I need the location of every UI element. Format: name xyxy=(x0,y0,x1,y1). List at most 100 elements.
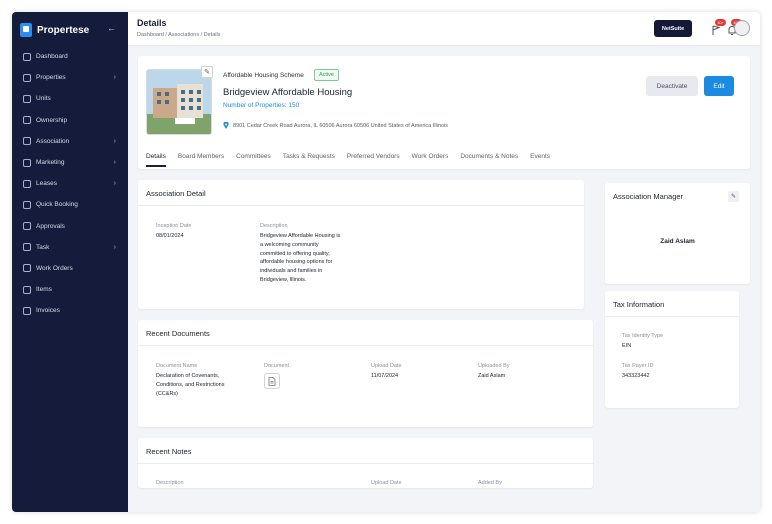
description-line: Bridgeview, Illinois. xyxy=(260,276,307,283)
sidebar-item-label: Items xyxy=(36,286,52,294)
building-icon xyxy=(23,73,31,82)
flag-notification-icon xyxy=(712,25,721,35)
sidebar-item-leases[interactable]: Leases › xyxy=(12,173,128,194)
chevron-right-icon: › xyxy=(113,74,116,82)
breadcrumb[interactable]: Dashboard / Associations / Details xyxy=(137,32,220,38)
sidebar-item-marketing[interactable]: Marketing › xyxy=(12,152,128,173)
edit-photo-icon[interactable]: ✎ xyxy=(201,66,213,78)
tax-identity-type-label: Tax Identity Type xyxy=(622,333,664,339)
tab-details[interactable]: Details xyxy=(146,153,166,167)
sidebar-nav: Dashboard Properties › Units Ownership Associ… xyxy=(12,46,128,321)
sidebar-item-items[interactable]: Items xyxy=(12,279,128,300)
divider xyxy=(138,345,593,346)
collapse-sidebar-arrow-icon[interactable]: ← xyxy=(107,23,116,33)
divider xyxy=(138,205,584,206)
sidebar-item-label: Properties xyxy=(36,74,66,82)
association-detail-title: Association Detail xyxy=(146,189,206,198)
file-icon xyxy=(23,179,31,188)
properties-count[interactable]: Number of Properties: 150 xyxy=(223,102,299,109)
brand-name: Propertese xyxy=(37,24,90,36)
invoice-icon xyxy=(23,306,31,315)
document-name-line: (CC&Rs) xyxy=(156,390,178,397)
brand[interactable]: Propertese xyxy=(20,21,89,39)
col-document-name: Document Name xyxy=(156,363,198,369)
app-window: Propertese ← Dashboard Properties › Units Ow… xyxy=(12,12,760,512)
description-line: committed to offering quality, xyxy=(260,250,330,257)
deactivate-button[interactable]: Deactivate xyxy=(646,76,698,96)
recent-documents-title: Recent Documents xyxy=(146,329,210,338)
notification-icon[interactable]: 10+ xyxy=(711,19,726,35)
col-uploaded-by: Uploaded By xyxy=(478,363,510,369)
sidebar-item-dashboard[interactable]: Dashboard xyxy=(12,46,128,67)
grid-icon xyxy=(23,94,31,103)
chevron-right-icon: › xyxy=(113,159,116,167)
dashboard-icon xyxy=(23,52,31,61)
chevron-right-icon: › xyxy=(113,180,116,188)
divider xyxy=(605,316,739,317)
upload-date: 11/07/2024 xyxy=(371,373,399,379)
sidebar-item-label: Marketing xyxy=(36,159,65,167)
document-name-line: Declaration of Covenants, xyxy=(156,373,220,379)
status-badge: Active xyxy=(314,69,339,81)
building-photo-icon xyxy=(147,70,211,134)
sidebar-item-label: Association xyxy=(36,137,70,145)
sidebar-item-label: Task xyxy=(36,243,50,251)
edit-button[interactable]: Edit xyxy=(704,76,734,96)
association-summary-card: ✎ Affordable Housing Scheme Active Bridg… xyxy=(138,56,750,169)
clipboard-icon xyxy=(23,222,31,231)
tab-documents-notes[interactable]: Documents & Notes xyxy=(460,153,518,167)
col-description: Description xyxy=(156,480,184,486)
bell-booking-icon xyxy=(23,200,31,209)
tax-information-title: Tax Information xyxy=(613,300,665,309)
handshake-icon xyxy=(23,116,31,125)
sidebar-item-label: Dashboard xyxy=(36,53,68,61)
divider xyxy=(138,463,593,464)
edit-manager-icon[interactable]: ✎ xyxy=(728,191,739,202)
tab-committees[interactable]: Committees xyxy=(236,153,271,167)
tab-tasks-requests[interactable]: Tasks & Requests xyxy=(283,153,335,167)
description-line: Bridgeview Affordable Housing is xyxy=(260,233,341,239)
sidebar: Propertese ← Dashboard Properties › Units Ow… xyxy=(12,12,128,512)
sidebar-item-label: Ownership xyxy=(36,116,68,124)
sidebar-item-quick-booking[interactable]: Quick Booking xyxy=(12,194,128,215)
association-detail-card: Association Detail Inception Date 08/01/… xyxy=(138,180,584,309)
sidebar-item-invoices[interactable]: Invoices xyxy=(12,300,128,321)
tab-board-members[interactable]: Board Members xyxy=(178,153,224,167)
sidebar-item-task[interactable]: Task › xyxy=(12,237,128,258)
sidebar-item-approvals[interactable]: Approvals xyxy=(12,216,128,237)
sidebar-item-ownership[interactable]: Ownership xyxy=(12,110,128,131)
chevron-right-icon: › xyxy=(113,137,116,145)
sidebar-item-work-orders[interactable]: Work Orders xyxy=(12,258,128,279)
document-name-line: Conditions, and Restrictions xyxy=(156,381,225,388)
recent-documents-card: Recent Documents Document Name Document … xyxy=(138,320,593,427)
col-upload-date: Upload Date xyxy=(371,363,402,369)
notification-badge: 10+ xyxy=(715,19,726,26)
document-file-icon[interactable] xyxy=(264,373,280,389)
description-line: individuals and families in xyxy=(260,268,323,275)
tab-preferred-vendors[interactable]: Preferred Vendors xyxy=(347,153,400,167)
association-manager-title: Association Manager xyxy=(613,192,684,201)
tax-payer-id-value: 343323442 xyxy=(622,373,650,379)
megaphone-icon xyxy=(23,158,31,167)
sidebar-item-label: Work Orders xyxy=(36,264,73,272)
list-icon xyxy=(23,285,31,294)
file-glyph-icon xyxy=(268,376,276,386)
netsuite-button[interactable]: NetSuite xyxy=(654,20,692,37)
sidebar-item-properties[interactable]: Properties › xyxy=(12,67,128,88)
sidebar-item-units[interactable]: Units xyxy=(12,88,128,109)
tax-information-card: Tax Information Tax Identity Type EIN Ta… xyxy=(605,291,739,408)
tab-events[interactable]: Events xyxy=(530,153,550,167)
col-upload-date: Upload Date xyxy=(371,480,402,486)
recent-notes-title: Recent Notes xyxy=(146,447,192,456)
sidebar-item-association[interactable]: Association › xyxy=(12,131,128,152)
address-text: 8901 Cedar Creek Road Aurora, IL 60506 A… xyxy=(233,122,449,129)
chevron-right-icon: › xyxy=(113,243,116,251)
manager-name: Zaid Aslam xyxy=(660,238,695,245)
user-avatar[interactable] xyxy=(734,20,750,36)
document-name: Declaration of Covenants, Conditions, an… xyxy=(156,372,256,398)
top-header: Details Dashboard / Associations / Detai… xyxy=(128,12,760,46)
col-added-by: Added By xyxy=(478,480,502,486)
association-manager-card: Association Manager ✎ Zaid Aslam xyxy=(605,183,750,284)
tab-work-orders[interactable]: Work Orders xyxy=(412,153,449,167)
sidebar-item-label: Units xyxy=(36,95,51,103)
